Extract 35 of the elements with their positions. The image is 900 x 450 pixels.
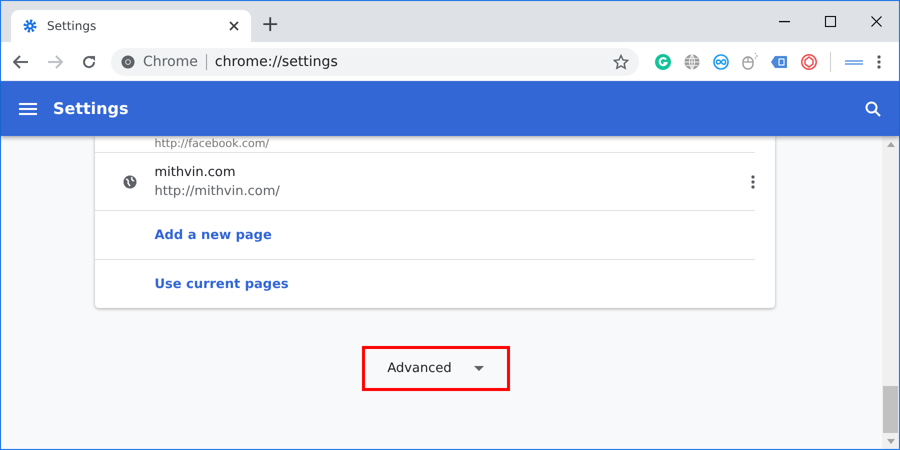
menu-icon[interactable] bbox=[877, 54, 881, 68]
infinity-icon[interactable] bbox=[713, 54, 729, 70]
site-url: http://facebook.com/ bbox=[154, 137, 270, 151]
mouse-icon[interactable] bbox=[742, 53, 758, 70]
back-icon[interactable] bbox=[13, 54, 29, 68]
browser-tab[interactable]: Settings bbox=[11, 10, 251, 42]
chrome-logo-icon bbox=[121, 54, 135, 68]
forward-icon[interactable] bbox=[47, 54, 63, 68]
scroll-down-arrow-icon[interactable] bbox=[886, 439, 894, 444]
more-icon[interactable] bbox=[750, 174, 754, 188]
advanced-button[interactable]: Advanced bbox=[362, 346, 510, 391]
tag-icon[interactable] bbox=[771, 54, 788, 68]
caret-icon bbox=[474, 366, 484, 371]
close-icon[interactable] bbox=[870, 16, 882, 27]
scrollbar-thumb[interactable] bbox=[883, 386, 898, 433]
page-link[interactable]: Use current pages bbox=[154, 276, 289, 292]
gear-icon bbox=[23, 19, 37, 33]
reload-icon[interactable] bbox=[81, 54, 97, 70]
scroll-up-arrow-icon[interactable] bbox=[886, 142, 894, 147]
search-icon[interactable] bbox=[865, 100, 881, 116]
new-tab-button[interactable]: + bbox=[251, 14, 290, 36]
menu-icon[interactable] bbox=[19, 102, 37, 114]
page-title: Settings bbox=[53, 99, 130, 118]
maximize-icon[interactable] bbox=[824, 16, 836, 27]
globe-icon bbox=[122, 174, 136, 188]
globe-icon[interactable] bbox=[684, 54, 700, 70]
page-link[interactable]: Add a new page bbox=[154, 228, 272, 242]
minimize-icon[interactable] bbox=[778, 20, 790, 22]
site-url: http://mithvin.com/ bbox=[154, 184, 281, 198]
scrollbar[interactable] bbox=[882, 136, 899, 449]
close-icon[interactable] bbox=[229, 21, 239, 31]
extension-icon[interactable] bbox=[655, 54, 671, 70]
star-icon[interactable] bbox=[613, 54, 629, 70]
address-bar[interactable]: Chrome chrome://settings bbox=[111, 48, 639, 76]
site-name: mithvin.com bbox=[154, 164, 237, 180]
